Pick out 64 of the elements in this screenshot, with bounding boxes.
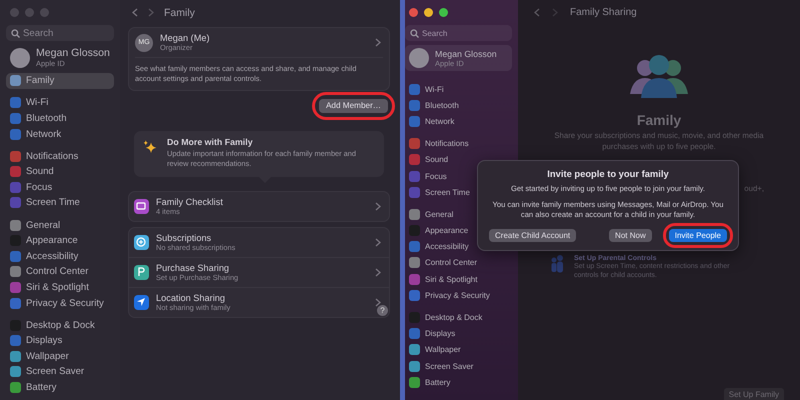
sidebar-item[interactable]: Screen Time [6,195,114,211]
sidebar-item[interactable]: Siri & Spotlight [6,280,114,296]
member-name: Megan (Me) [160,33,211,43]
sidebar-item[interactable]: Sound [6,164,114,180]
sidebar-item[interactable]: Family [6,73,114,89]
sidebar-item[interactable]: Appearance [6,232,114,248]
page-title: Family Sharing [570,7,637,18]
sidebar-item[interactable]: Bluetooth [405,97,512,114]
sidebar-item[interactable]: Focus [405,168,512,184]
sidebar-item[interactable]: Wi-Fi [6,95,114,111]
dialog-title: Invite people to your family [546,168,670,179]
sidebar-item[interactable]: Control Center [405,254,512,272]
sidebar-item[interactable]: Battery [6,380,114,396]
chevron-icon [375,268,381,277]
search-icon [410,29,419,38]
tip-title: Do More with Family [167,136,254,147]
sidebar-item[interactable]: Wallpaper [6,348,114,364]
page-title: Family [164,6,195,18]
sidebar-item[interactable]: General [405,206,512,223]
dialog-button[interactable]: Invite People [662,222,733,248]
avatar-icon [409,48,429,68]
forward-icon[interactable] [148,8,154,17]
sidebar-item[interactable]: Wallpaper [405,342,512,358]
dialog-button[interactable]: Not Now [603,222,658,248]
sidebar-item[interactable]: Screen Time [405,184,512,200]
sidebar-item[interactable]: Desktop & Dock [405,310,512,326]
account-name: Megan Glosson [435,48,497,58]
back-icon[interactable] [534,8,540,17]
chevron-icon [375,38,381,47]
people-icon [629,54,689,100]
back-icon[interactable] [132,8,138,17]
window-control-icon[interactable] [439,8,448,17]
avatar-icon [10,48,30,68]
sidebar-item[interactable]: Wi-Fi [405,81,512,98]
chevron-icon [375,238,381,247]
chevron-icon [375,298,381,307]
window-control-icon[interactable] [424,8,433,17]
chevron-icon [375,202,381,211]
account-name: Megan Glosson [36,47,110,59]
search-icon [11,29,20,38]
sidebar-item[interactable]: Accessibility [6,248,114,264]
sidebar-item[interactable]: Displays [6,332,114,348]
heading: Family [636,112,682,128]
sidebar-item[interactable]: Network [405,113,512,130]
sidebar-item[interactable]: Screen Saver [405,358,512,374]
sidebar-item[interactable]: Control Center [6,264,114,280]
sidebar-item[interactable]: Notifications [6,148,114,164]
sidebar-item[interactable]: Notifications [405,136,512,152]
sidebar-item[interactable]: Displays [405,326,512,342]
sidebar-item[interactable]: Focus [6,180,114,196]
sidebar-item[interactable]: Privacy & Security [6,295,114,311]
sidebar-item[interactable]: Privacy & Security [405,287,512,304]
sidebar-item[interactable]: General [6,217,114,233]
sidebar-item[interactable]: Battery [405,374,512,390]
sidebar-item[interactable]: Desktop & Dock [6,317,114,333]
sidebar-item[interactable]: Sound [405,152,512,168]
sidebar-item[interactable]: Network [6,126,114,142]
sidebar-item[interactable]: Siri & Spotlight [405,271,512,288]
add-member-button[interactable]: Add Member… [312,92,395,120]
sidebar-item[interactable]: Screen Saver [6,364,114,380]
forward-icon[interactable] [552,8,558,17]
family-icon [550,255,564,273]
window-control-icon[interactable] [409,8,418,17]
sidebar-item[interactable]: Bluetooth [6,110,114,126]
